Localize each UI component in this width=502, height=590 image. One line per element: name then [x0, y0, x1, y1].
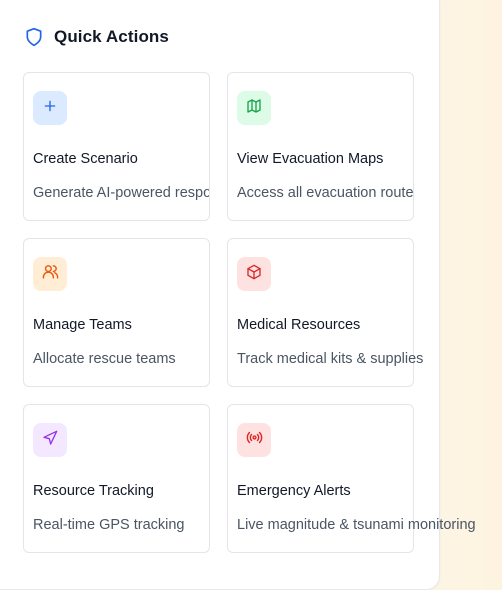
card-description: Track medical kits & supplies: [237, 351, 424, 367]
icon-box: [237, 91, 271, 125]
icon-box: [237, 257, 271, 291]
card-title: Emergency Alerts: [237, 483, 351, 499]
icon-box: [33, 257, 67, 291]
card-description: Allocate rescue teams: [33, 351, 176, 367]
shield-icon: [24, 26, 44, 48]
icon-box: [237, 423, 271, 457]
users-icon: [42, 263, 59, 285]
manage-teams-card[interactable]: Manage Teams Allocate rescue teams: [23, 238, 210, 387]
card-description: Live magnitude & tsunami monitoring: [237, 517, 476, 533]
card-description: Generate AI-powered response: [33, 185, 209, 201]
map-icon: [246, 98, 262, 119]
radio-icon: [246, 429, 263, 451]
package-icon: [246, 264, 262, 285]
plus-icon: [42, 98, 58, 119]
card-description: Real-time GPS tracking: [33, 517, 185, 533]
navigation-icon: [42, 430, 58, 451]
card-title: Medical Resources: [237, 317, 361, 333]
create-scenario-card[interactable]: Create Scenario Generate AI-powered resp…: [23, 72, 210, 221]
card-title: Resource Tracking: [33, 483, 154, 499]
panel-title: Quick Actions: [54, 27, 169, 46]
card-title: Create Scenario: [33, 151, 138, 167]
resource-tracking-card[interactable]: Resource Tracking Real-time GPS tracking: [23, 404, 210, 553]
emergency-alerts-card[interactable]: Emergency Alerts Live magnitude & tsunam…: [227, 404, 476, 553]
card-title: Manage Teams: [33, 317, 132, 333]
icon-box: [33, 423, 67, 457]
medical-resources-card[interactable]: Medical Resources Track medical kits & s…: [227, 238, 423, 387]
card-description: Access all evacuation routes: [237, 185, 414, 201]
panel-header: Quick Actions: [24, 24, 169, 50]
view-evacuation-maps-card[interactable]: View Evacuation Maps Access all evacuati…: [227, 72, 414, 221]
icon-box: [33, 91, 67, 125]
card-title: View Evacuation Maps: [237, 151, 384, 167]
